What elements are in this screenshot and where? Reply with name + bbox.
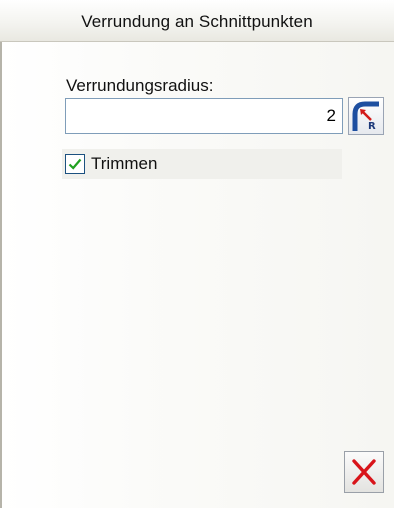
fillet-radius-pick-icon: R bbox=[352, 101, 379, 132]
trim-checkbox[interactable] bbox=[65, 154, 85, 174]
window-title: Verrundung an Schnittpunkten bbox=[81, 12, 313, 31]
left-border bbox=[0, 42, 2, 508]
radius-input[interactable] bbox=[65, 98, 343, 134]
dialog-window: Verrundung an Schnittpunkten Verrundungs… bbox=[0, 0, 394, 508]
pick-radius-button[interactable]: R bbox=[348, 97, 384, 135]
checkmark-icon bbox=[68, 158, 82, 170]
title-bar: Verrundung an Schnittpunkten bbox=[0, 0, 394, 42]
close-icon bbox=[352, 459, 376, 485]
trim-label: Trimmen bbox=[91, 154, 158, 173]
radius-label: Verrundungsradius: bbox=[66, 76, 214, 95]
trim-option-row: Trimmen bbox=[62, 149, 342, 179]
svg-text:R: R bbox=[368, 121, 376, 132]
cancel-button[interactable] bbox=[344, 451, 384, 493]
